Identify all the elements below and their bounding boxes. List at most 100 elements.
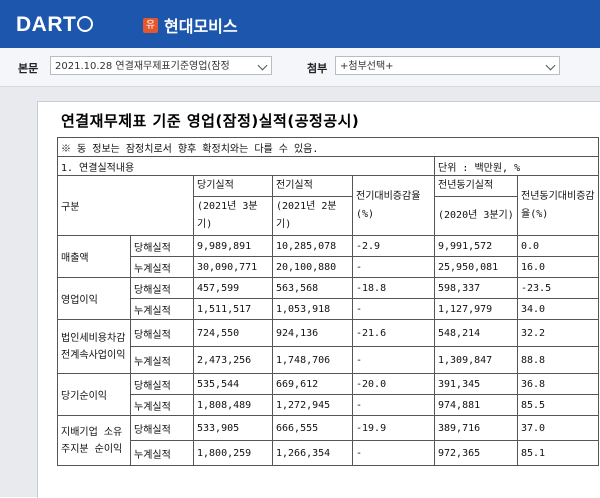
row-item: 매출액 — [57, 235, 131, 278]
row-sub-label: 당해실적 — [130, 319, 194, 347]
value-cell: 36.8 — [516, 373, 600, 395]
document-title: 연결재무제표 기준 영업(잠정)실적(공정공시) — [61, 112, 360, 130]
table-row: 누계실적 30,090,771 20,100,880 - 25,950,081 … — [58, 256, 600, 278]
value-cell: 30,090,771 — [193, 256, 273, 278]
table-row: 영업이익 당해실적 457,599 563,568 -18.8 598,337 … — [57, 277, 600, 320]
value-cell: 924,136 — [272, 319, 353, 347]
value-cell: 32.2 — [516, 319, 600, 347]
company-name[interactable]: 현대모비스 — [164, 13, 238, 37]
attach-select[interactable]: +첨부선택+ — [335, 56, 560, 75]
table-row: 지배기업 소유주지분 순이익 당해실적 533,905 666,555 -19.… — [57, 415, 600, 466]
value-cell: -19.9 — [352, 415, 435, 441]
row-item: 지배기업 소유주지분 순이익 — [57, 415, 131, 466]
value-cell: 724,550 — [193, 319, 273, 347]
value-cell: 16.0 — [516, 256, 600, 278]
document-page: 연결재무제표 기준 영업(잠정)실적(공정공시) ※ 동 정보는 잠정치로서 향… — [37, 101, 600, 498]
value-cell: 34.0 — [516, 298, 600, 320]
row-sub-label: 당해실적 — [130, 415, 194, 441]
value-cell: 563,568 — [272, 277, 353, 299]
value-cell: 1,127,979 — [434, 298, 518, 320]
value-cell: 1,511,517 — [193, 298, 273, 320]
chevron-down-icon — [257, 60, 268, 71]
prev-header: 전기실적 — [272, 175, 353, 197]
value-cell: 25,950,081 — [434, 256, 518, 278]
unit-cell: 단위 : 백만원, % — [433, 156, 600, 176]
row-sub-label: 당해실적 — [130, 373, 194, 395]
value-cell: 85.5 — [516, 394, 600, 416]
market-badge: 유 — [143, 18, 158, 33]
value-cell: 1,808,489 — [193, 394, 273, 416]
chevron-down-icon — [545, 60, 556, 71]
qoq-header: 전기대비증감율(%) — [352, 175, 435, 236]
row-item: 법인세비용차감전계속사업이익 — [57, 319, 131, 374]
row-sub-label: 당해실적 — [130, 277, 194, 299]
value-cell: 598,337 — [434, 277, 518, 299]
value-cell: 1,266,354 — [272, 440, 353, 466]
value-cell: - — [352, 440, 435, 466]
row-sub-label: 누계실적 — [130, 256, 194, 278]
row-sub-label: 당해실적 — [130, 235, 194, 257]
notice-cell: ※ 동 정보는 잠정치로서 향후 확정치와는 다를 수 있음. — [56, 137, 600, 157]
value-cell: -2.9 — [352, 235, 435, 257]
attach-select-value: +첨부선택+ — [340, 61, 394, 72]
value-cell: -20.0 — [352, 373, 435, 395]
report-select-value: 2021.10.28 연결재무제표기준영업(잠정 — [55, 61, 230, 72]
value-cell: 1,272,945 — [272, 394, 353, 416]
value-cell: 533,905 — [193, 415, 273, 441]
category-header: 구분 — [57, 175, 194, 236]
row-sub-label: 누계실적 — [130, 298, 194, 320]
results-table: ※ 동 정보는 잠정치로서 향후 확정치와는 다를 수 있음. 1. 연결실적내… — [56, 137, 600, 466]
value-cell: - — [352, 256, 435, 278]
value-cell: 2,473,256 — [193, 346, 273, 374]
value-cell: - — [352, 394, 435, 416]
value-cell: 20,100,880 — [272, 256, 353, 278]
table-row: 당기순이익 당해실적 535,544 669,612 -20.0 391,345… — [57, 373, 600, 416]
value-cell: 88.8 — [516, 346, 600, 374]
section-cell: 1. 연결실적내용 — [57, 156, 435, 176]
logo-ring-icon — [77, 16, 94, 32]
value-cell: -21.6 — [352, 319, 435, 347]
value-cell: 1,053,918 — [272, 298, 353, 320]
value-cell: 391,345 — [434, 373, 518, 395]
value-cell: 972,365 — [434, 440, 518, 466]
value-cell: 37.0 — [516, 415, 600, 441]
table-row: 매출액 당해실적 9,989,891 10,285,078 -2.9 9,991… — [57, 235, 600, 278]
row-sub-label: 누계실적 — [130, 346, 194, 374]
value-cell: 669,612 — [272, 373, 353, 395]
value-cell: 666,555 — [272, 415, 353, 441]
dart-logo[interactable]: DART — [16, 13, 94, 37]
yoy-base-header: 전년동기실적 — [434, 175, 518, 197]
table-row: 누계실적 1,808,489 1,272,945 - 974,881 85.5 — [58, 394, 600, 416]
value-cell: 535,544 — [193, 373, 273, 395]
value-cell: -23.5 — [516, 277, 600, 299]
value-cell: 10,285,078 — [272, 235, 353, 257]
value-cell: 85.1 — [516, 440, 600, 466]
table-row: 법인세비용차감전계속사업이익 당해실적 724,550 924,136 -21.… — [57, 319, 600, 374]
value-cell: 1,309,847 — [434, 346, 518, 374]
yoy-header: 전년동기대비증감율(%) — [516, 175, 600, 236]
current-period-header: (2021년 3분기) — [193, 196, 273, 236]
value-cell: 1,800,259 — [193, 440, 273, 466]
prev-period-header: (2021년 2분기) — [272, 196, 353, 236]
value-cell: -18.8 — [352, 277, 435, 299]
value-cell: - — [352, 346, 435, 374]
yoy-base-period-header: (2020년 3분기) — [434, 196, 518, 236]
top-header: DART 유 현대모비스 — [0, 0, 600, 48]
attach-label: 첨부 — [307, 62, 328, 75]
table-row: 누계실적 1,800,259 1,266,354 - 972,365 85.1 — [58, 440, 600, 466]
table-row: 누계실적 2,473,256 1,748,706 - 1,309,847 88.… — [58, 346, 600, 374]
value-cell: 1,748,706 — [272, 346, 353, 374]
value-cell: 9,991,572 — [434, 235, 518, 257]
report-select[interactable]: 2021.10.28 연결재무제표기준영업(잠정 — [50, 56, 272, 75]
value-cell: 974,881 — [434, 394, 518, 416]
report-label: 본문 — [18, 62, 39, 75]
current-header: 당기실적 — [193, 175, 273, 197]
row-item: 영업이익 — [57, 277, 131, 320]
value-cell: 389,716 — [434, 415, 518, 441]
row-item: 당기순이익 — [57, 373, 131, 416]
value-cell: - — [352, 298, 435, 320]
value-cell: 548,214 — [434, 319, 518, 347]
row-sub-label: 누계실적 — [130, 440, 194, 466]
value-cell: 457,599 — [193, 277, 273, 299]
row-sub-label: 누계실적 — [130, 394, 194, 416]
